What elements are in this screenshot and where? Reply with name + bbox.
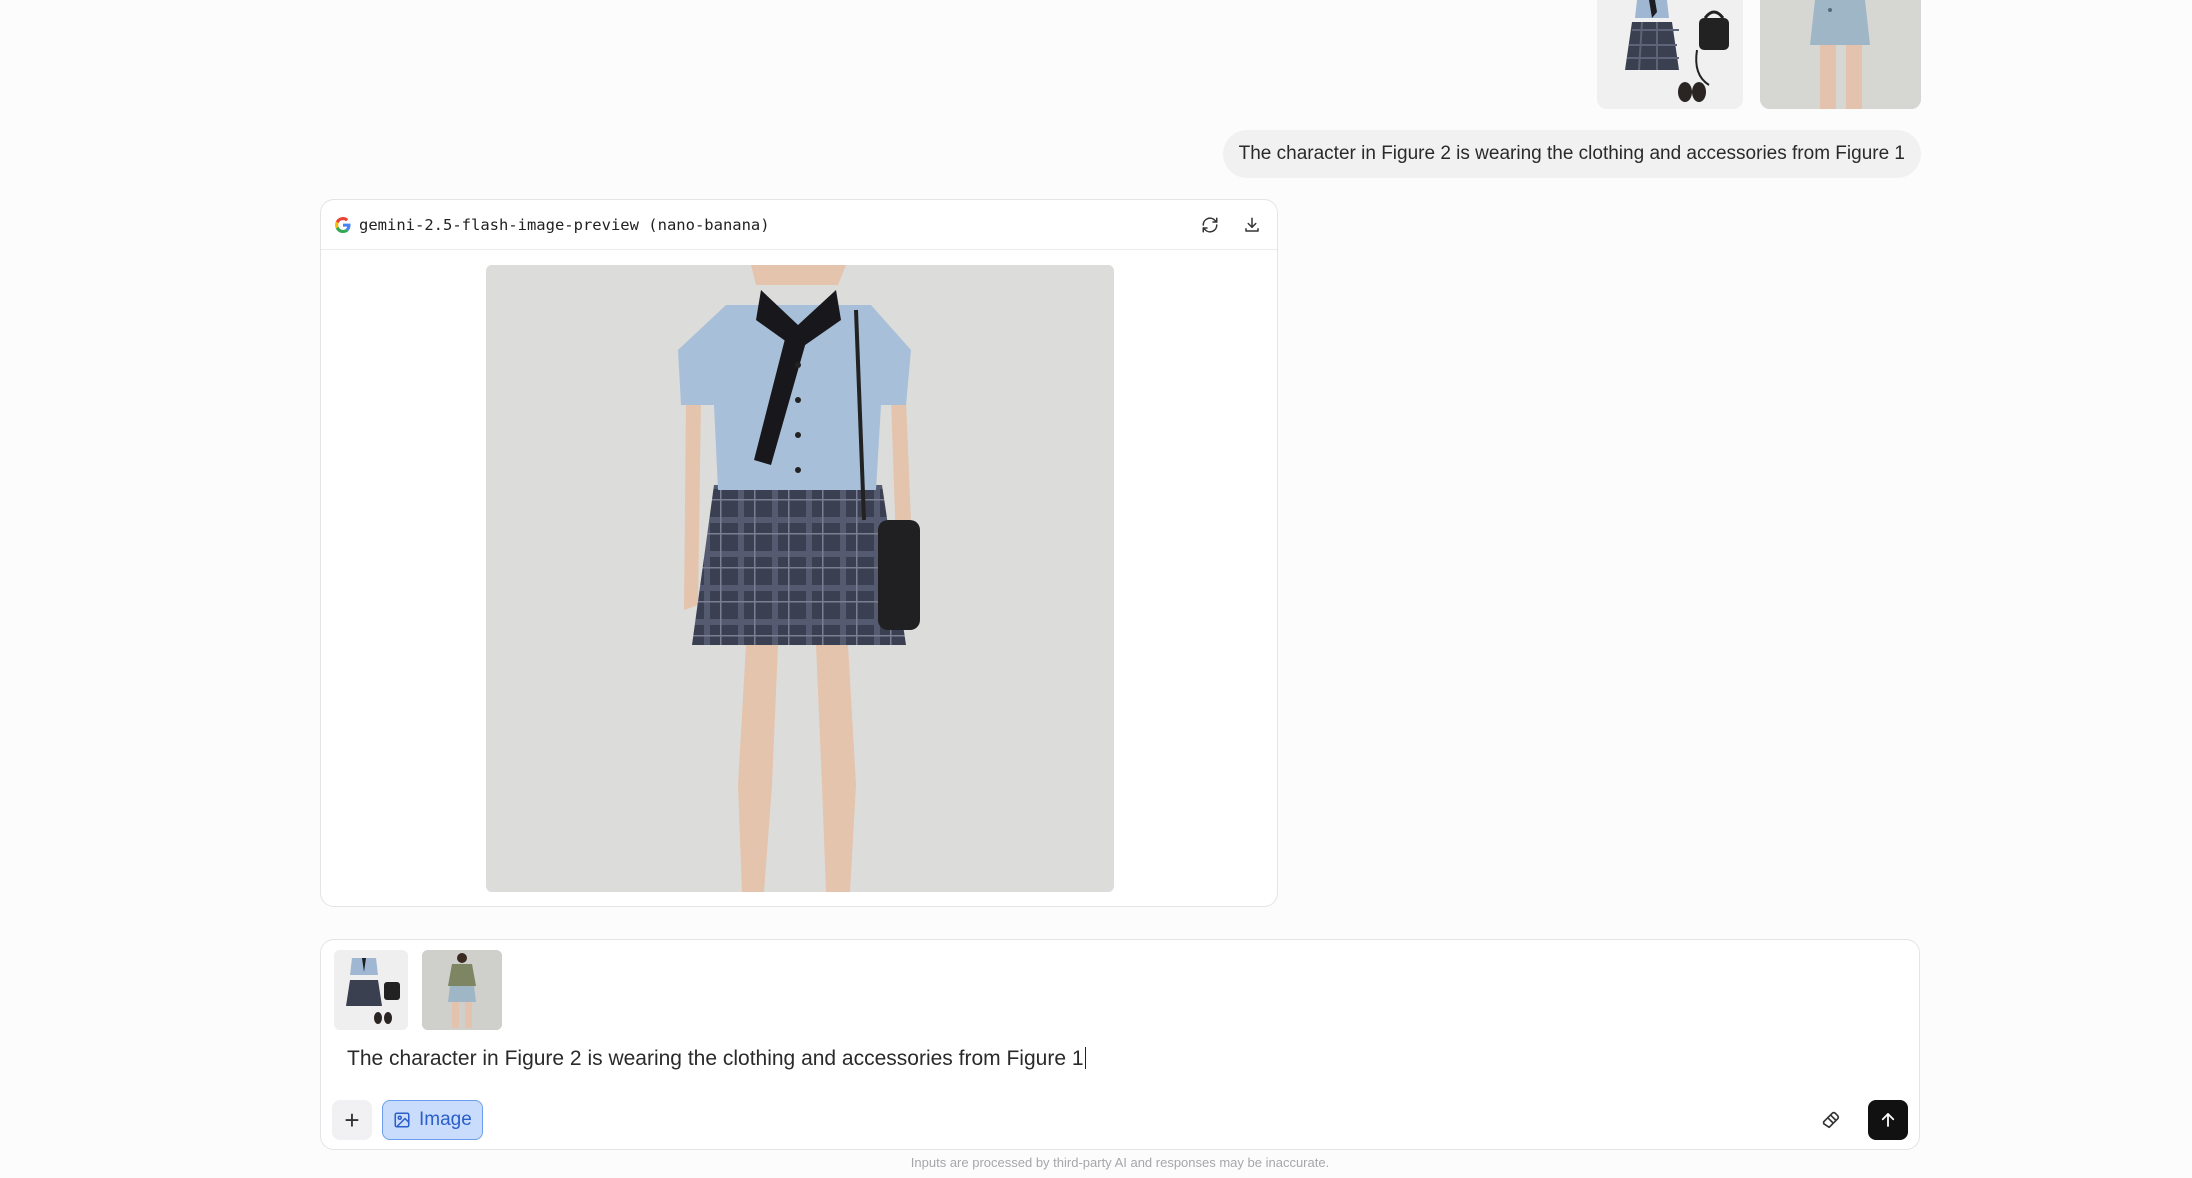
refresh-icon xyxy=(1202,216,1218,233)
download-icon xyxy=(1245,217,1259,232)
message-composer: The character in Figure 2 is wearing the… xyxy=(320,939,1920,1150)
composer-attachment-outfit[interactable] xyxy=(334,950,408,1030)
image-mode-button[interactable]: Image xyxy=(382,1100,483,1140)
composer-input-text: The character in Figure 2 is wearing the… xyxy=(347,1047,1084,1070)
send-button[interactable] xyxy=(1868,1100,1908,1140)
response-header: gemini-2.5-flash-image-preview (nano-ban… xyxy=(321,200,1277,250)
user-attachment-outfit[interactable] xyxy=(1597,0,1743,109)
text-caret xyxy=(1084,1047,1087,1069)
arrow-up-icon xyxy=(1881,1113,1895,1127)
add-attachment-button[interactable]: + xyxy=(332,1100,372,1140)
google-icon xyxy=(335,216,351,233)
disclaimer-text: Inputs are processed by third-party AI a… xyxy=(910,1155,1330,1170)
user-message-bubble: The character in Figure 2 is wearing the… xyxy=(1222,130,1921,178)
hand-gesture-icon xyxy=(1822,1111,1840,1129)
model-photo-image xyxy=(1760,0,1921,109)
generated-outfit-image xyxy=(486,265,1114,892)
image-mode-label: Image xyxy=(419,1109,472,1130)
composer-attachment-model[interactable] xyxy=(422,950,502,1030)
composer-input[interactable]: The character in Figure 2 is wearing the… xyxy=(347,1047,1087,1071)
download-button[interactable] xyxy=(1241,214,1263,236)
user-attachment-model[interactable] xyxy=(1760,0,1921,109)
user-message-text: The character in Figure 2 is wearing the… xyxy=(1238,143,1905,164)
generated-image[interactable] xyxy=(486,265,1114,892)
response-card: gemini-2.5-flash-image-preview (nano-ban… xyxy=(320,199,1278,907)
plus-icon: + xyxy=(344,1104,360,1135)
regenerate-button[interactable] xyxy=(1199,214,1221,236)
outfit-flatlay-image xyxy=(334,950,408,1030)
image-icon xyxy=(394,1112,410,1128)
model-label: gemini-2.5-flash-image-preview (nano-ban… xyxy=(359,215,770,234)
prompt-tool-button[interactable] xyxy=(1811,1100,1851,1140)
model-photo-image xyxy=(422,950,502,1030)
outfit-flatlay-image xyxy=(1597,0,1743,109)
